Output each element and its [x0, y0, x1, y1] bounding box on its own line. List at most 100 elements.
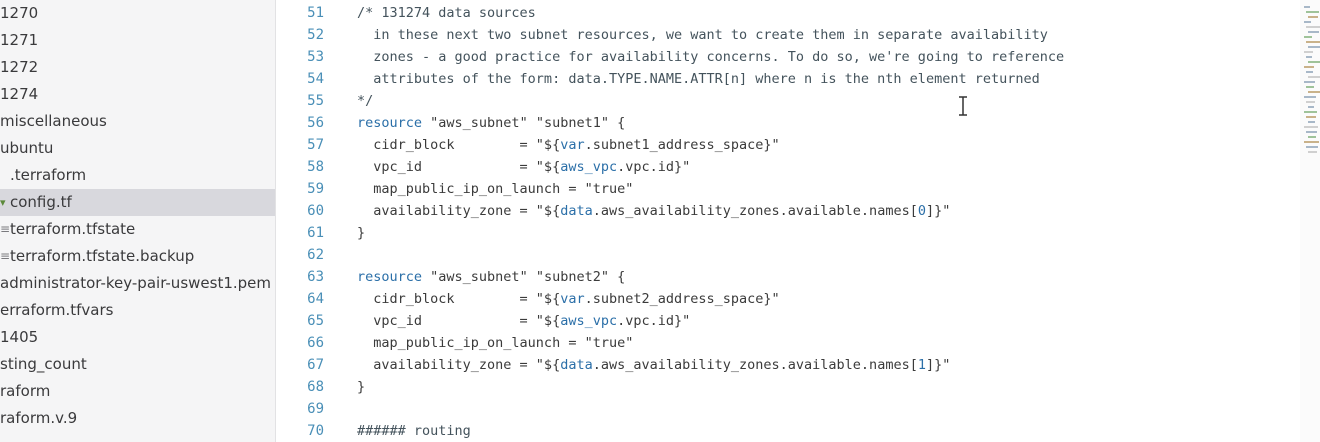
code-token: cidr_block = "${	[357, 137, 561, 153]
minimap-line	[1306, 116, 1316, 118]
minimap-line	[1308, 91, 1320, 93]
file-tree-item[interactable]: 1271	[0, 27, 275, 54]
code-token: vpc_id = "${	[357, 159, 561, 175]
code-token: in these next two subnet resources, we w…	[357, 27, 1048, 43]
code-token: 1	[917, 357, 926, 373]
file-tree-item[interactable]: ubuntu	[0, 135, 275, 162]
file-tree-sidebar: 1270 1271 1272 1274 miscellaneous ubuntu .terr…	[0, 0, 276, 442]
minimap-line	[1306, 131, 1317, 133]
code-line: 56 resource "aws_subnet" "subnet1" {	[276, 112, 1300, 134]
file-tree-item[interactable]: miscellaneous	[0, 108, 275, 135]
code-token: data	[560, 357, 593, 373]
code-text: zones - a good practice for availability…	[357, 46, 1064, 68]
file-tree-item[interactable]: ▾ config.tf	[0, 189, 275, 216]
code-line: 53 zones - a good practice for availabil…	[276, 46, 1300, 68]
code-text: availability_zone = "${data.aws_availabi…	[357, 200, 950, 222]
file-tree-item[interactable]: 1405	[0, 324, 275, 351]
code-text: map_public_ip_on_launch = "true"	[357, 332, 633, 354]
code-token: cidr_block = "${	[357, 291, 561, 307]
file-tree-item[interactable]: raform	[0, 378, 275, 405]
file-tree-item[interactable]: .terraform	[0, 162, 275, 189]
code-line: 62	[276, 244, 1300, 266]
minimap[interactable]	[1300, 0, 1320, 442]
code-token: vpc_id = "${	[357, 313, 561, 329]
code-text: }	[357, 376, 365, 398]
minimap-line	[1304, 96, 1316, 98]
code-token: ###### routing	[357, 423, 471, 439]
minimap-line	[1304, 141, 1319, 143]
file-tree-item[interactable]: ≡ terraform.tfstate.backup	[0, 243, 275, 270]
line-number: 70	[307, 423, 324, 439]
minimap-line	[1306, 86, 1314, 88]
code-text: resource "aws_subnet" "subnet2" {	[357, 266, 625, 288]
code-token: .subnet2_address_space}"	[584, 291, 780, 307]
code-text: attributes of the form: data.TYPE.NAME.A…	[357, 68, 1040, 90]
file-tree-item[interactable]: 1270	[0, 0, 275, 27]
code-line: 68}	[276, 376, 1300, 398]
line-number: 57	[307, 137, 324, 153]
minimap-line	[1308, 106, 1314, 108]
line-number: 56	[307, 115, 324, 131]
line-number: 63	[307, 269, 324, 285]
code-text: */	[357, 90, 373, 112]
code-token: resource	[357, 115, 423, 131]
code-line: 54 attributes of the form: data.TYPE.NAM…	[276, 68, 1300, 90]
code-token: resource	[357, 269, 423, 285]
code-token: }	[357, 225, 366, 241]
minimap-line	[1304, 126, 1318, 128]
file-tree-item[interactable]: 1272	[0, 54, 275, 81]
file-tree-item-label: raform.v.9	[0, 409, 78, 427]
code-token: aws_vpc	[560, 313, 618, 329]
line-number: 68	[307, 379, 324, 395]
code-text: cidr_block = "${var.subnet2_address_spac…	[357, 288, 780, 310]
line-number: 51	[307, 5, 324, 21]
code-token: aws_vpc	[560, 159, 618, 175]
file-tree-item-label: administrator-key-pair-uswest1.pem	[0, 274, 271, 292]
code-line: 63 resource "aws_subnet" "subnet2" {	[276, 266, 1300, 288]
code-token: attributes of the form: data.TYPE.NAME.A…	[357, 71, 1040, 87]
code-line: 55 */	[276, 90, 1300, 112]
code-token: .aws_availability_zones.available.names[	[592, 203, 918, 219]
file-tree-item-label: 1271	[0, 31, 39, 49]
minimap-line	[1306, 41, 1320, 43]
code-token: 0	[917, 203, 926, 219]
code-token: "aws_subnet" "subnet1" {	[422, 115, 626, 131]
minimap-line	[1306, 101, 1315, 103]
code-editor[interactable]: 51 /* 131274 data sources 52 in these next…	[276, 0, 1300, 442]
minimap-line	[1306, 56, 1312, 58]
code-line: 51 /* 131274 data sources	[276, 2, 1300, 24]
code-token: map_public_ip_on_launch = "true"	[357, 335, 634, 351]
file-tree-item[interactable]: administrator-key-pair-uswest1.pem	[0, 270, 275, 297]
file-tree-item[interactable]: ≡ terraform.tfstate	[0, 216, 275, 243]
code-text: availability_zone = "${data.aws_availabi…	[357, 354, 950, 376]
code-text: vpc_id = "${aws_vpc.vpc.id}"	[357, 156, 690, 178]
code-line: 70 ###### routing	[276, 420, 1300, 442]
line-number: 52	[307, 27, 324, 43]
code-text: /* 131274 data sources	[357, 2, 536, 24]
file-tree-item-label: config.tf	[10, 193, 72, 211]
line-number: 67	[307, 357, 324, 373]
file-tree-item[interactable]: sting_count	[0, 351, 275, 378]
code-token: .vpc.id}"	[617, 159, 691, 175]
code-line: 61}	[276, 222, 1300, 244]
code-text: }	[357, 222, 365, 244]
minimap-line	[1306, 26, 1320, 28]
code-token: zones - a good practice for availability…	[357, 49, 1065, 65]
line-number: 69	[307, 401, 324, 417]
code-line: 69	[276, 398, 1300, 420]
line-number: 54	[307, 71, 324, 87]
minimap-line	[1304, 66, 1314, 68]
code-text: cidr_block = "${var.subnet1_address_spac…	[357, 134, 779, 156]
code-token: ]}"	[925, 203, 951, 219]
file-tree-item[interactable]: raform.v.9	[0, 405, 275, 432]
text-cursor-icon	[957, 95, 969, 117]
code-line: 67 availability_zone = "${data.aws_avail…	[276, 354, 1300, 376]
code-token: map_public_ip_on_launch = "true"	[357, 181, 634, 197]
minimap-line	[1304, 21, 1311, 23]
minimap-line	[1304, 6, 1310, 8]
code-line: 59 map_public_ip_on_launch = "true"	[276, 178, 1300, 200]
file-tree-item[interactable]: erraform.tfvars	[0, 297, 275, 324]
code-token: data	[560, 203, 593, 219]
file-tree-item[interactable]: 1274	[0, 81, 275, 108]
code-line: 52 in these next two subnet resources, w…	[276, 24, 1300, 46]
